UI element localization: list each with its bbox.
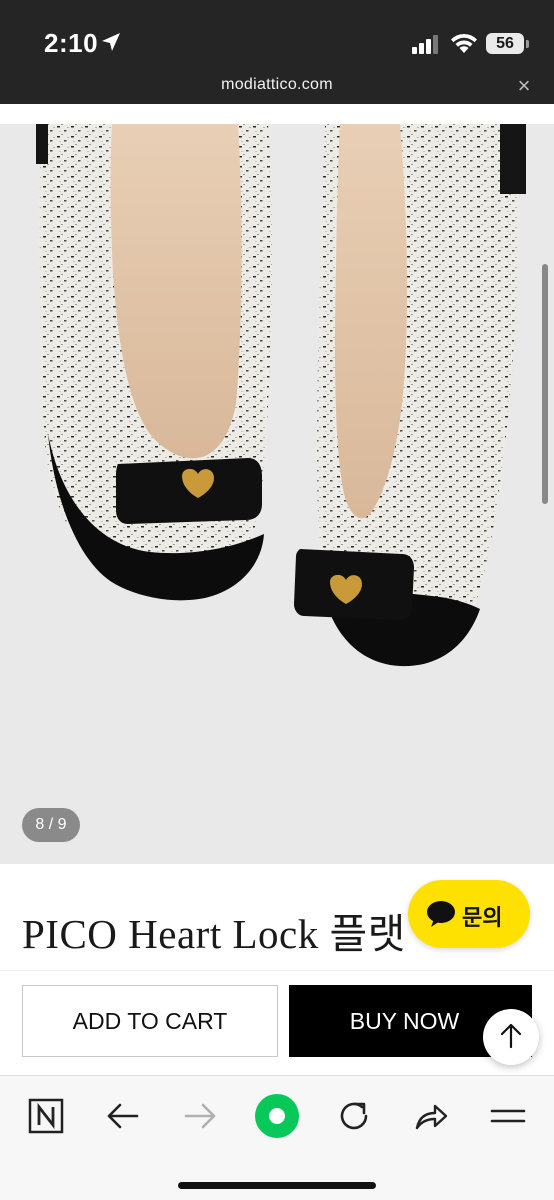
menu-button[interactable]: [484, 1092, 532, 1140]
cellular-signal-icon: [412, 35, 438, 54]
close-icon[interactable]: ×: [512, 74, 536, 98]
status-time: 2:10: [44, 28, 99, 58]
url-domain[interactable]: modiattico.com: [0, 76, 554, 94]
product-title: PICO Heart Lock 플랫: [22, 911, 406, 957]
location-arrow-icon: [102, 33, 120, 51]
chat-label: 문의: [462, 906, 503, 931]
naver-home-button[interactable]: [22, 1092, 70, 1140]
browser-toolbar: [0, 1075, 554, 1200]
share-button[interactable]: [407, 1092, 455, 1140]
gallery-page-indicator: 8 / 9: [22, 808, 80, 842]
kakao-chat-button[interactable]: 문의: [408, 880, 530, 948]
green-circle-icon: [255, 1094, 299, 1138]
product-photo[interactable]: [0, 104, 554, 864]
wifi-icon: [451, 33, 477, 53]
url-bar[interactable]: modiattico.com ×: [0, 70, 554, 104]
status-bar: 2:10 56: [0, 0, 554, 70]
cart-bar: ADD TO CART BUY NOW: [0, 970, 554, 1074]
naver-n-icon: [28, 1098, 64, 1134]
battery-level: 56: [496, 35, 514, 52]
forward-button[interactable]: [176, 1092, 224, 1140]
forward-arrow-icon: [184, 1103, 216, 1129]
back-button[interactable]: [99, 1092, 147, 1140]
back-arrow-icon: [107, 1103, 139, 1129]
share-icon: [415, 1104, 448, 1130]
gallery-scrollbar[interactable]: [542, 264, 548, 504]
menu-icon: [490, 1109, 526, 1123]
home-indicator[interactable]: [178, 1182, 376, 1189]
battery-icon: 56: [486, 33, 524, 54]
reload-icon: [340, 1102, 368, 1130]
scroll-to-top-button[interactable]: [483, 1009, 539, 1065]
green-dot-button[interactable]: [253, 1092, 301, 1140]
add-to-cart-button[interactable]: ADD TO CART: [22, 985, 278, 1057]
arrow-up-icon: [500, 1023, 522, 1049]
product-gallery[interactable]: 8 / 9: [0, 104, 554, 864]
battery-nub: [526, 40, 529, 48]
reload-button[interactable]: [330, 1092, 378, 1140]
chat-bubble-icon: [427, 901, 455, 927]
